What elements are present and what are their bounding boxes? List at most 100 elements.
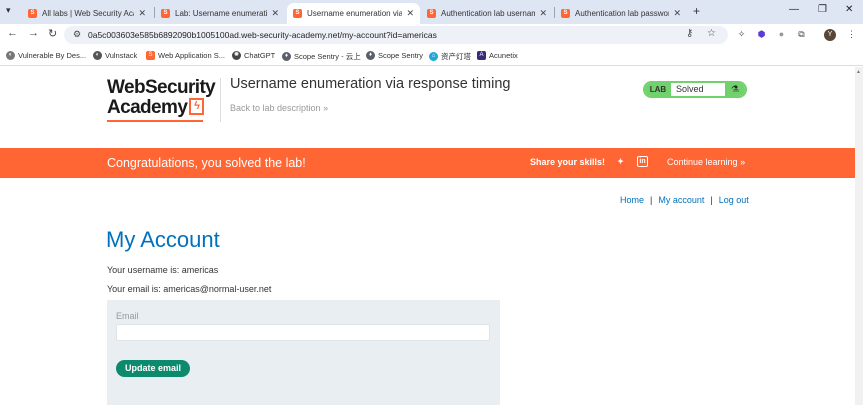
menu-icon[interactable]: ⋮: [846, 29, 857, 40]
continue-learning-label: Continue learning: [667, 157, 738, 167]
page-scrollbar[interactable]: [855, 67, 863, 405]
bookmark-item[interactable]: ✺ ChatGPT: [232, 51, 275, 60]
web-security-academy-logo[interactable]: WebSecurity Academy ϟ: [107, 77, 217, 122]
bookmark-item[interactable]: A Acunetix: [477, 51, 518, 60]
logo-line-1: WebSecurity: [107, 77, 216, 98]
account-nav: Home | My account | Log out: [620, 195, 749, 205]
web-page: WebSecurity Academy ϟ Username enumeratio…: [0, 67, 855, 405]
scope-sentry-icon: ♦: [282, 52, 291, 61]
log-out-link[interactable]: Log out: [719, 195, 749, 205]
bookmark-item[interactable]: ♦ Scope Sentry - 云上: [282, 51, 361, 62]
portswigger-icon: S: [146, 51, 155, 60]
lab-title: Username enumeration via response timing: [230, 76, 511, 92]
forward-arrow-icon[interactable]: →: [28, 27, 39, 39]
header-divider: [220, 78, 221, 122]
bookmark-item[interactable]: ⌂ 资产灯塔: [429, 51, 471, 62]
password-key-icon[interactable]: ⚷: [686, 28, 693, 39]
tab-title: All labs | Web Security Academy: [42, 9, 134, 18]
globe-icon: ◐: [93, 51, 102, 60]
email-text: Your email is: americas@normal-user.net: [107, 284, 272, 294]
tab-title: Authentication lab passwords: [575, 9, 670, 18]
extension-icon[interactable]: ✧: [736, 29, 747, 40]
back-link-label: Back to lab description: [230, 103, 321, 113]
portswigger-icon: S: [561, 9, 570, 18]
solved-banner: Congratulations, you solved the lab! Sha…: [0, 148, 855, 178]
portswigger-icon: S: [161, 9, 170, 18]
close-icon[interactable]: ✕: [673, 8, 681, 19]
close-icon[interactable]: ✕: [138, 8, 146, 19]
continue-learning-link[interactable]: Continue learning »: [667, 157, 745, 167]
twitter-icon[interactable]: ✦: [615, 156, 626, 167]
lab-tag: LAB: [645, 83, 671, 96]
bookmark-label: Scope Sentry: [378, 51, 424, 60]
portswigger-icon: S: [293, 9, 302, 18]
browser-tab[interactable]: S Lab: Username enumeration via ✕: [155, 3, 285, 24]
reload-icon[interactable]: ↻: [48, 27, 57, 40]
address-bar[interactable]: ⚙ 0a5c003603e585b6892090b1005100ad.web-s…: [64, 26, 728, 44]
lab-status-widget: LAB Solved ⚗: [643, 81, 747, 98]
scroll-up-arrow-icon[interactable]: ▲: [856, 69, 861, 75]
close-icon[interactable]: ✕: [271, 8, 279, 19]
portswigger-icon: S: [427, 9, 436, 18]
browser-toolbar: ← → ↻ ⚙ 0a5c003603e585b6892090b1005100ad…: [0, 24, 863, 46]
lab-status-text: Solved: [676, 84, 704, 94]
browser-tab[interactable]: S All labs | Web Security Academy ✕: [22, 3, 152, 24]
logo-line-2: Academy ϟ: [107, 98, 217, 118]
bookmark-label: Vulnerable By Des...: [18, 51, 87, 60]
extension-circle-icon[interactable]: ●: [776, 29, 787, 40]
email-label: Email: [116, 311, 139, 321]
nav-separator: |: [650, 195, 653, 205]
double-chevron-icon: »: [740, 157, 746, 167]
linkedin-icon[interactable]: in: [637, 156, 648, 167]
close-icon[interactable]: ✕: [539, 8, 547, 19]
update-email-button[interactable]: Update email: [116, 360, 190, 377]
back-to-lab-description-link[interactable]: Back to lab description »: [230, 103, 328, 113]
tab-title: Authentication lab usernames: [441, 9, 536, 18]
logo-underline: [107, 120, 203, 122]
lighthouse-icon: ⌂: [429, 52, 438, 61]
bookmarks-bar: ◐ Vulnerable By Des... ◐ Vulnstack S Web…: [0, 46, 863, 66]
chatgpt-icon: ✺: [232, 51, 241, 60]
bookmark-label: Acunetix: [489, 51, 518, 60]
acunetix-icon: A: [477, 51, 486, 60]
bookmark-item[interactable]: S Web Application S...: [146, 51, 225, 60]
avatar[interactable]: Y: [824, 29, 836, 41]
bookmark-item[interactable]: ◐ Vulnstack: [93, 51, 137, 60]
scope-sentry-icon: ♦: [366, 51, 375, 60]
lightning-icon: ϟ: [189, 98, 205, 115]
minimize-icon[interactable]: —: [789, 4, 799, 15]
flask-icon: ⚗: [725, 83, 745, 96]
extension-hex-icon[interactable]: ⬢: [756, 29, 767, 40]
my-account-link[interactable]: My account: [658, 195, 704, 205]
tab-search-icon[interactable]: ▾: [6, 5, 11, 16]
share-skills-label: Share your skills!: [530, 157, 606, 167]
username-text: Your username is: americas: [107, 265, 219, 275]
close-window-icon[interactable]: ✕: [845, 4, 853, 15]
new-tab-button[interactable]: +: [693, 4, 700, 18]
url-text[interactable]: 0a5c003603e585b6892090b1005100ad.web-sec…: [88, 30, 437, 40]
browser-tab-active[interactable]: S Username enumeration via response ✕: [287, 3, 420, 24]
extensions-puzzle-icon[interactable]: ⧉: [796, 29, 807, 40]
back-arrow-icon[interactable]: ←: [7, 27, 18, 39]
bookmark-label: 资产灯塔: [441, 52, 471, 61]
home-link[interactable]: Home: [620, 195, 644, 205]
bookmark-star-icon[interactable]: ☆: [707, 28, 716, 39]
bookmark-item[interactable]: ◐ Vulnerable By Des...: [6, 51, 86, 60]
browser-tab[interactable]: S Authentication lab usernames ✕: [421, 3, 553, 24]
bookmark-label: Vulnstack: [105, 51, 138, 60]
tab-title: Lab: Username enumeration via: [175, 9, 267, 18]
restore-icon[interactable]: ❐: [818, 4, 827, 15]
close-icon[interactable]: ✕: [406, 8, 414, 19]
bookmark-label: Web Application S...: [158, 51, 225, 60]
bookmark-item[interactable]: ♦ Scope Sentry: [366, 51, 423, 60]
portswigger-icon: S: [28, 9, 37, 18]
update-email-form: Email Update email: [107, 300, 500, 405]
congratulations-text: Congratulations, you solved the lab!: [107, 156, 306, 170]
browser-tab[interactable]: S Authentication lab passwords ✕: [555, 3, 687, 24]
double-chevron-icon: »: [323, 103, 329, 113]
nav-separator: |: [710, 195, 713, 205]
logo-line-2-text: Academy: [107, 97, 188, 118]
email-field[interactable]: [116, 324, 490, 341]
site-info-icon[interactable]: ⚙: [73, 29, 81, 40]
page-title: My Account: [106, 227, 220, 252]
